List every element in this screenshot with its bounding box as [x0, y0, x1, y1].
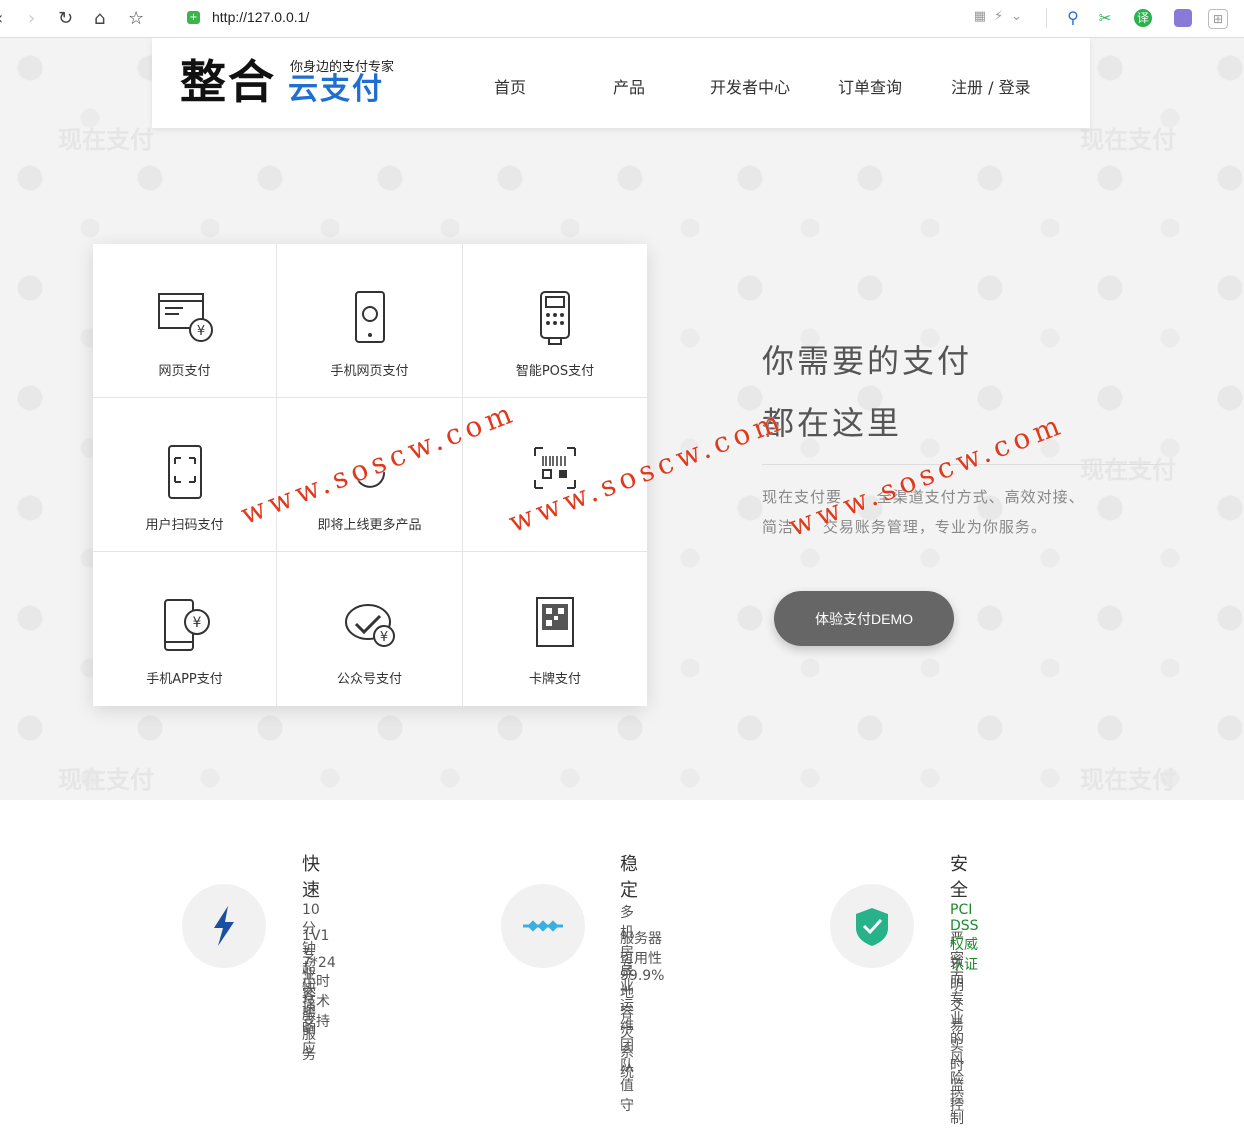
feature-icon-circle: [830, 884, 914, 968]
logo-blue: 云支付: [288, 72, 384, 107]
product-label: 网页支付: [158, 364, 211, 379]
svg-text:¥: ¥: [379, 630, 387, 645]
reload-icon[interactable]: ↻: [58, 8, 73, 29]
site-logo[interactable]: 整合 你身边的支付专家 云支付: [180, 56, 410, 108]
browser-toolbar: ‹ › ↻ ⌂ ☆ + http://127.0.0.1/ ▦⚡⌄ ⚲ ✂ 译 …: [0, 0, 1244, 38]
product-label: 手机网页支付: [330, 364, 409, 379]
svg-text:¥: ¥: [196, 324, 204, 339]
hero-section: 现在支付 现在支付 现在支付 现在支付 现在支付 整合 你身边的支付专家 云支付…: [0, 38, 1244, 800]
product-label: 卡牌支付: [528, 672, 581, 687]
search-icon[interactable]: ⚲: [1064, 9, 1082, 27]
qr-icon[interactable]: ⊞: [1208, 9, 1228, 29]
forward-icon[interactable]: ›: [28, 8, 35, 29]
toolbar-divider: [1046, 8, 1047, 28]
feature-icon-circle: [501, 884, 585, 968]
card-pay-icon: [536, 597, 574, 647]
address-tools-icons: ▦⚡⌄: [973, 9, 1030, 24]
url-text: http://127.0.0.1/: [212, 9, 310, 25]
product-pos-pay[interactable]: 智能POS支付: [463, 244, 647, 398]
demo-button[interactable]: 体验支付DEMO: [774, 591, 954, 646]
product-app-pay[interactable]: ¥ 手机APP支付: [93, 552, 277, 706]
stability-icon: [523, 920, 563, 932]
nav-developer[interactable]: 开发者中心: [710, 74, 790, 98]
product-card-pay[interactable]: 卡牌支付: [463, 552, 647, 706]
product-mobile-web-pay[interactable]: 手机网页支付: [277, 244, 463, 398]
mobile-web-pay-icon: [354, 291, 385, 343]
nav-products[interactable]: 产品: [613, 74, 645, 98]
feature-item: 7*24小时技术支持: [302, 955, 336, 1030]
feature-title: 稳定: [620, 854, 638, 901]
lightning-icon: [214, 906, 234, 946]
nav-register-login[interactable]: 注册 / 登录: [951, 74, 1031, 98]
bg-logo-text: 现在支付: [58, 126, 154, 154]
feature-item: 不明交易实时监控: [950, 958, 964, 1114]
logo-main: 整合: [180, 55, 276, 109]
product-label: 智能POS支付: [515, 364, 595, 379]
translate-icon[interactable]: 译: [1134, 9, 1152, 27]
bg-logo-text: 现在支付: [1080, 456, 1176, 484]
svg-text:¥: ¥: [192, 615, 201, 631]
feature-title: 安全: [950, 854, 968, 901]
back-icon[interactable]: ‹: [0, 8, 3, 29]
shield-check-icon: [856, 908, 888, 946]
bg-logo-text: 现在支付: [58, 766, 154, 794]
site-header: 整合 你身边的支付专家 云支付 首页 产品 开发者中心 订单查询 注册 / 登录: [152, 38, 1090, 128]
scan-icon: [167, 445, 202, 499]
product-label: 即将上线更多产品: [317, 518, 422, 533]
scissors-icon[interactable]: ✂: [1096, 9, 1114, 27]
nav-order-query[interactable]: 订单查询: [838, 74, 902, 98]
nav-home[interactable]: 首页: [494, 74, 526, 98]
feature-icon-circle: [182, 884, 266, 968]
hero-slogan-line1: 你需要的支付: [762, 342, 973, 380]
bg-logo-text: 现在支付: [1080, 766, 1176, 794]
secure-shield-icon: +: [187, 11, 200, 24]
app-pay-icon: ¥: [163, 599, 210, 651]
product-web-pay[interactable]: ¥ 网页支付: [93, 244, 277, 398]
feature-item: 专业运维团队值守: [620, 958, 634, 1114]
product-label: 手机APP支付: [146, 672, 223, 687]
wechat-pay-icon: ¥: [344, 604, 395, 647]
pos-icon: [540, 291, 570, 345]
home-icon[interactable]: ⌂: [94, 8, 105, 29]
product-wechat-pay[interactable]: ¥ 公众号支付: [277, 552, 463, 706]
web-pay-icon: ¥: [157, 293, 213, 342]
product-label: 公众号支付: [336, 672, 402, 687]
bg-logo-text: 现在支付: [1080, 126, 1176, 154]
feature-title: 快速: [302, 854, 320, 901]
star-icon[interactable]: ☆: [128, 8, 144, 29]
extension-icon[interactable]: [1174, 9, 1192, 27]
address-bar[interactable]: + http://127.0.0.1/ ▦⚡⌄: [176, 5, 1040, 31]
